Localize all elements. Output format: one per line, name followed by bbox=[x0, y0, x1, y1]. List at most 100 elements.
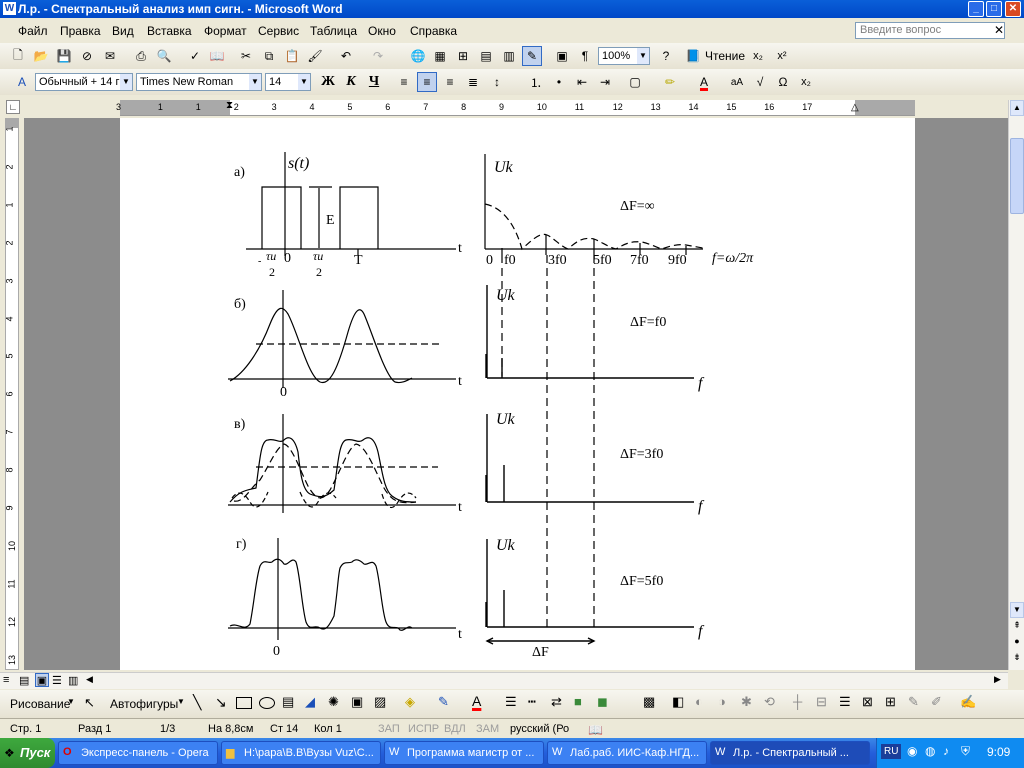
scroll-left-icon[interactable]: ◀ bbox=[86, 674, 93, 685]
font-color-icon[interactable]: A bbox=[694, 72, 714, 92]
change-case-icon[interactable]: aA bbox=[727, 72, 747, 92]
tables-borders-icon[interactable]: ▦ bbox=[430, 46, 450, 66]
vertical-ruler[interactable]: 12123456789101112131415 bbox=[0, 118, 24, 740]
fill-color-icon[interactable]: ◈ bbox=[405, 694, 415, 710]
draw-menu-arrow-icon[interactable]: ▼ bbox=[67, 697, 75, 706]
open-icon[interactable]: 📂 bbox=[31, 46, 51, 66]
ink-icon[interactable]: ✍ bbox=[960, 694, 976, 710]
cut-icon[interactable]: ✂ bbox=[236, 46, 256, 66]
styles-pane-icon[interactable]: A bbox=[12, 72, 32, 92]
subscript2-icon[interactable]: x₂ bbox=[796, 72, 816, 92]
right-indent-icon[interactable]: △ bbox=[851, 102, 859, 113]
word-app-icon[interactable]: W bbox=[3, 2, 16, 15]
symbol-omega-icon[interactable]: Ω bbox=[773, 72, 793, 92]
taskbar-opera[interactable]: O Экспресс-панель - Opera bbox=[58, 741, 218, 765]
copy-icon[interactable]: ⧉ bbox=[259, 46, 279, 66]
maximize-button[interactable]: □ bbox=[986, 1, 1002, 17]
select-objects-icon[interactable]: ↖ bbox=[84, 695, 95, 711]
image-control-icon[interactable]: ◧ bbox=[672, 694, 684, 710]
scroll-up-icon[interactable]: ▲ bbox=[1010, 100, 1024, 116]
picture-icon[interactable]: ▨ bbox=[374, 694, 386, 710]
vertical-scrollbar[interactable]: ▲ ▼ ⇞ ● ⇟ bbox=[1008, 100, 1024, 670]
font-size-select[interactable]: 14 ▼ bbox=[265, 73, 311, 91]
next-page-icon[interactable]: ⇟ bbox=[1010, 652, 1024, 666]
taskbar-word-active[interactable]: W Л.р. - Спектральный ... bbox=[710, 741, 870, 765]
antivirus-icon[interactable]: ◍ bbox=[925, 744, 935, 758]
prev-page-icon[interactable]: ⇞ bbox=[1010, 620, 1024, 634]
document-page[interactable]: а) s(t) t E 0 T - τи 2 τи 2 Uk 0 f0 3f0 … bbox=[120, 118, 915, 670]
brightness-icon[interactable]: ◑ bbox=[718, 694, 726, 709]
equation-icon[interactable]: √ bbox=[750, 72, 770, 92]
help-icon[interactable]: ? bbox=[656, 46, 676, 66]
underline-button[interactable]: Ч bbox=[364, 72, 384, 92]
menu-tools[interactable]: Сервис bbox=[258, 24, 299, 38]
font-select[interactable]: Times New Roman ▼ bbox=[136, 73, 262, 91]
redo-icon[interactable]: ↷ bbox=[368, 46, 388, 66]
browse-object-icon[interactable]: ● bbox=[1010, 636, 1024, 650]
email-icon[interactable]: ✉ bbox=[100, 46, 120, 66]
scroll-thumb[interactable] bbox=[1010, 138, 1024, 214]
language-indicator[interactable]: RU bbox=[881, 744, 902, 759]
menu-insert[interactable]: Вставка bbox=[147, 24, 192, 38]
set-transparent-icon[interactable]: ⊞ bbox=[885, 694, 896, 710]
increase-indent-icon[interactable]: ⇥ bbox=[595, 72, 615, 92]
insert-excel-icon[interactable]: ▤ bbox=[476, 46, 496, 66]
show-hide-icon[interactable]: ¶ bbox=[575, 46, 595, 66]
format-painter-icon[interactable]: 🖌 bbox=[305, 46, 325, 66]
status-ovr[interactable]: ЗАМ bbox=[476, 723, 499, 735]
status-trk[interactable]: ИСПР bbox=[408, 723, 439, 735]
reading-view-icon[interactable]: ▥ bbox=[68, 674, 78, 687]
insert-table-icon[interactable]: ⊞ bbox=[453, 46, 473, 66]
taskbar-word-lab[interactable]: W Лаб.раб. ИИС-Каф.НГД... bbox=[547, 741, 707, 765]
new-document-icon[interactable]: 🗋 bbox=[8, 46, 28, 66]
volume-icon[interactable]: ♪ bbox=[943, 744, 949, 758]
save-icon[interactable]: 💾 bbox=[54, 46, 74, 66]
menu-view[interactable]: Вид bbox=[112, 24, 134, 38]
line-tool-icon[interactable]: ╲ bbox=[193, 694, 201, 711]
menu-file[interactable]: Файл bbox=[18, 24, 48, 38]
bullets-icon[interactable]: • bbox=[549, 72, 569, 92]
web-view-icon[interactable]: ▤ bbox=[19, 674, 29, 687]
line-style-icon[interactable]: ☰ bbox=[505, 694, 517, 710]
borders-icon[interactable]: ▢ bbox=[625, 72, 645, 92]
security-icon[interactable]: ⛨ bbox=[961, 744, 970, 759]
menu-table[interactable]: Таблица bbox=[310, 24, 357, 38]
status-ext[interactable]: ВДЛ bbox=[444, 723, 466, 735]
subscript-icon[interactable]: x₂ bbox=[748, 46, 768, 66]
menu-edit[interactable]: Правка bbox=[60, 24, 101, 38]
permission-icon[interactable]: ⊘ bbox=[77, 46, 97, 66]
ask-question-input[interactable]: Введите вопрос bbox=[855, 22, 1005, 39]
autoshapes-menu[interactable]: Автофигуры bbox=[110, 697, 178, 711]
spelling-status-icon[interactable]: 📖 bbox=[588, 723, 603, 737]
highlight-icon[interactable]: ✏ bbox=[660, 72, 680, 92]
taskbar-word-program[interactable]: W Программа магистр от ... bbox=[384, 741, 544, 765]
align-left-icon[interactable]: ≡ bbox=[394, 72, 414, 92]
justify-icon[interactable]: ≣ bbox=[463, 72, 483, 92]
menu-help[interactable]: Справка bbox=[410, 24, 457, 38]
drawing-font-color-icon[interactable]: A bbox=[472, 693, 481, 709]
insert-picture-icon[interactable]: ▩ bbox=[643, 694, 655, 710]
crop-icon[interactable]: ✱ bbox=[741, 694, 752, 710]
dash-style-icon[interactable]: ┅ bbox=[528, 694, 536, 710]
undo-icon[interactable]: ↶ bbox=[336, 46, 356, 66]
print-layout-icon[interactable]: ▣ bbox=[35, 673, 49, 687]
diagram-icon[interactable]: ✺ bbox=[328, 694, 339, 710]
superscript-icon[interactable]: x² bbox=[772, 46, 792, 66]
align-center-icon[interactable]: ≡ bbox=[417, 72, 437, 92]
rotate-icon[interactable]: ⟲ bbox=[764, 694, 775, 710]
compress-icon[interactable]: ⊟ bbox=[816, 694, 827, 710]
3d-style-icon[interactable]: ◼ bbox=[597, 694, 608, 710]
horizontal-ruler[interactable]: 3 1 1 2 3 4 5 6 7 8 9 10 11 12 13 14 15 16 17 ⧗ △ bbox=[116, 100, 915, 116]
research-icon[interactable]: 📖 bbox=[207, 46, 227, 66]
menu-window[interactable]: Окно bbox=[368, 24, 396, 38]
paste-icon[interactable]: 📋 bbox=[282, 46, 302, 66]
minimize-button[interactable]: _ bbox=[968, 1, 984, 17]
tab-selector-icon[interactable]: ∟ bbox=[6, 100, 20, 114]
format-picture-icon[interactable]: ⊠ bbox=[862, 694, 873, 710]
decrease-indent-icon[interactable]: ⇤ bbox=[572, 72, 592, 92]
indent-marker-icon[interactable]: ⧗ bbox=[226, 100, 233, 111]
style-select[interactable]: Обычный + 14 г ▼ bbox=[35, 73, 133, 91]
arrow-tool-icon[interactable]: ↘ bbox=[215, 694, 227, 711]
menu-format[interactable]: Формат bbox=[204, 24, 247, 38]
zoom-select[interactable]: 100% ▼ bbox=[598, 47, 650, 65]
